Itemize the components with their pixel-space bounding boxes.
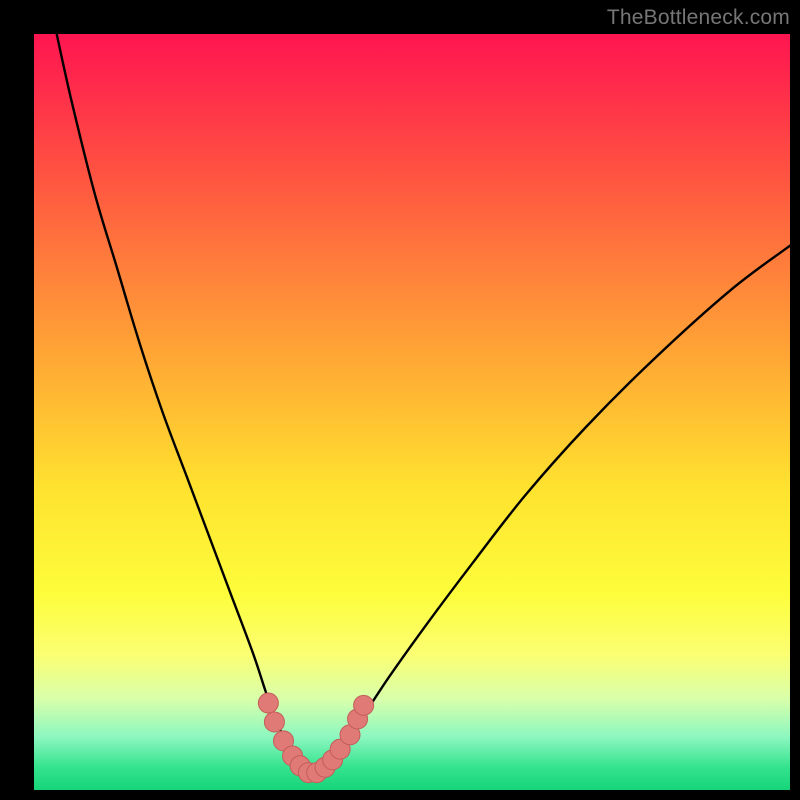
plot-area [34, 34, 790, 790]
watermark-text: TheBottleneck.com [607, 6, 790, 30]
highlight-dots-group [258, 693, 373, 783]
curve-svg [34, 34, 790, 790]
highlight-dot [354, 695, 374, 715]
bottleneck-curve [57, 34, 790, 775]
highlight-dot [258, 693, 278, 713]
highlight-dot [264, 712, 284, 732]
chart-frame: TheBottleneck.com [0, 0, 800, 800]
